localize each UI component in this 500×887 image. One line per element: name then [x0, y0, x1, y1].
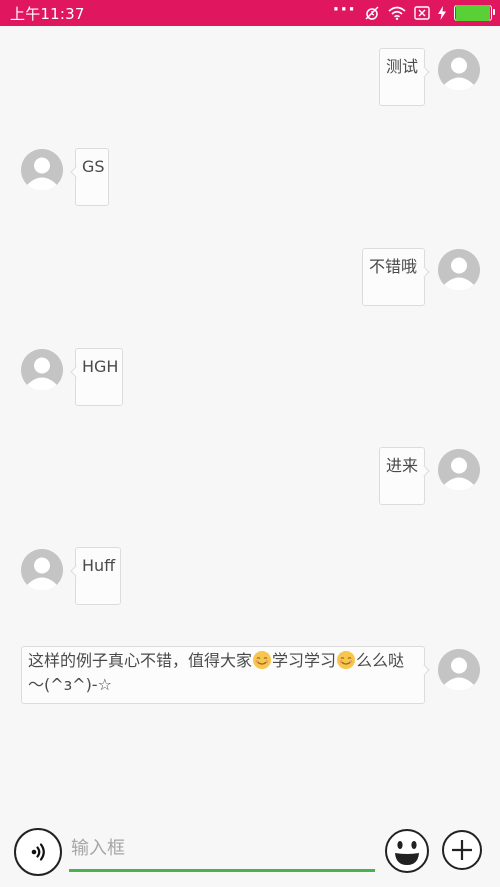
wifi-icon — [388, 5, 406, 21]
status-time: 上午11:37 — [10, 4, 85, 23]
charging-bolt-icon — [438, 5, 446, 21]
message-bubble[interactable]: 这样的例子真心不错，值得大家 学习学习 么么哒 ～(^з^)-☆ — [21, 646, 430, 704]
message-text: GS — [82, 157, 105, 176]
avatar[interactable] — [438, 49, 480, 91]
status-bar: 上午11:37 ··· — [0, 0, 500, 26]
status-icons: ··· — [332, 0, 495, 21]
message-input[interactable] — [69, 828, 375, 872]
message-text: 测试 — [386, 57, 419, 76]
avatar[interactable] — [21, 549, 63, 591]
voice-input-button[interactable] — [14, 828, 62, 876]
battery-level — [456, 5, 490, 21]
avatar[interactable] — [438, 249, 480, 291]
avatar[interactable] — [21, 349, 63, 391]
message-bubble[interactable]: HGH — [70, 348, 123, 406]
voice-input-icon — [31, 843, 45, 861]
plus-icon — [452, 840, 472, 860]
more-actions-button[interactable] — [442, 830, 482, 870]
smiling-emoji-icon — [253, 651, 272, 669]
message-bubble[interactable]: GS — [70, 148, 109, 206]
message-text: 进来 — [386, 456, 419, 475]
message-bubble[interactable]: 进来 — [379, 447, 430, 505]
more-dots-icon: ··· — [332, 0, 356, 20]
emoji-button[interactable] — [384, 828, 430, 874]
message-bubble[interactable]: Huff — [70, 547, 121, 605]
avatar[interactable] — [438, 449, 480, 491]
avatar[interactable] — [438, 649, 480, 691]
input-bar — [0, 820, 500, 887]
message-text: HGH — [82, 357, 119, 376]
alarm-off-icon — [364, 5, 380, 21]
message-text: 不错哦 — [369, 257, 418, 276]
message-text: Huff — [82, 556, 116, 575]
sim-x-icon — [414, 5, 430, 21]
avatar[interactable] — [21, 149, 63, 191]
smiling-emoji-icon — [337, 651, 356, 669]
battery-icon — [454, 5, 495, 21]
smiley-face-icon — [385, 829, 429, 873]
chat-message-list[interactable]: 测试 GS 不错哦 HGH 进来 Huff 这样的例子真心不错，值得大家 学习学… — [0, 26, 500, 820]
message-bubble[interactable]: 测试 — [379, 48, 430, 106]
message-text: 这样的例子真心不错，值得大家 学习学习 么么哒 ～(^з^)-☆ — [28, 651, 405, 694]
message-bubble[interactable]: 不错哦 — [362, 248, 430, 306]
